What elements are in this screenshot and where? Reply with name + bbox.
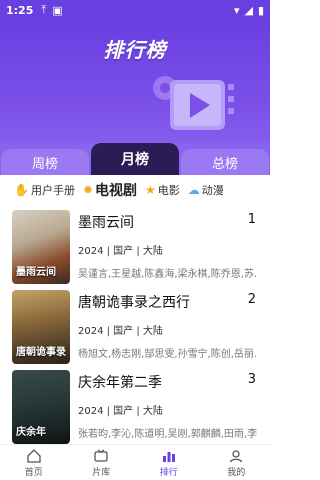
home-icon	[27, 448, 41, 463]
tab-monthly[interactable]: 月榜	[91, 143, 179, 175]
tab-weekly[interactable]: 周榜	[1, 149, 89, 175]
user-icon	[230, 449, 243, 462]
rank-number: 1	[247, 212, 256, 227]
battery-icon: ▮	[257, 3, 264, 17]
item-meta: 2024 | 国产 | 大陆	[78, 326, 163, 337]
category-movie[interactable]: ★ 电影	[145, 182, 180, 198]
sun-icon: ✹	[82, 183, 94, 197]
category-user-manual[interactable]: ✋ 用户手册	[14, 182, 75, 198]
video-play-icon	[153, 76, 234, 130]
category-anime[interactable]: ☁ 动漫	[188, 182, 224, 198]
bottom-nav: 首页 片库 排行 我的	[0, 444, 270, 480]
list-item[interactable]: 墨雨云间 墨雨云间 1 2024 | 国产 | 大陆 吴谨言,王星越,陈鑫海,梁…	[0, 205, 270, 285]
ranking-period-tabs: 周榜 月榜 总榜	[0, 143, 270, 175]
ranking-list: 墨雨云间 墨雨云间 1 2024 | 国产 | 大陆 吴谨言,王星越,陈鑫海,梁…	[0, 205, 270, 445]
list-item[interactable]: 庆余年 庆余年第二季 3 2024 | 国产 | 大陆 张若昀,李沁,陈道明,吴…	[0, 365, 270, 445]
poster-image: 墨雨云间	[12, 210, 70, 284]
cloud-icon: ☁	[187, 183, 200, 197]
item-cast: 杨旭文,杨志刚,郜思雯,孙雪宁,陈创,岳丽...	[78, 349, 258, 360]
tab-total[interactable]: 总榜	[181, 149, 269, 175]
nav-ranking[interactable]: 排行	[135, 445, 203, 480]
item-title: 墨雨云间	[78, 215, 134, 231]
status-bar: 1:25 ⤒ ▣ ▾ ◢ ▮	[0, 0, 270, 20]
rank-number: 2	[247, 292, 256, 307]
item-meta: 2024 | 国产 | 大陆	[78, 246, 163, 257]
tv-icon	[94, 448, 108, 462]
category-bar: ✋ 用户手册 ✹ 电视剧 ★ 电影 ☁ 动漫	[0, 175, 270, 205]
wifi-icon: ▾	[233, 3, 240, 17]
nav-library[interactable]: 片库	[68, 445, 136, 480]
hand-icon: ✋	[14, 183, 29, 197]
poster-image: 庆余年	[12, 370, 70, 444]
item-cast: 张若昀,李沁,陈道明,吴刚,郭麒麟,田雨,李...	[78, 429, 258, 440]
nav-home[interactable]: 首页	[0, 445, 68, 480]
notification-icon: ▣	[52, 3, 63, 17]
upload-icon: ⤒	[41, 3, 47, 16]
rank-number: 3	[247, 372, 256, 387]
item-title: 唐朝诡事录之西行	[78, 295, 190, 311]
poster-image: 唐朝诡事录	[12, 290, 70, 364]
star-icon: ★	[145, 183, 156, 197]
header-banner: 排行榜	[0, 20, 270, 160]
item-title: 庆余年第二季	[78, 375, 162, 391]
category-tv-series[interactable]: ✹ 电视剧	[83, 180, 137, 200]
item-meta: 2024 | 国产 | 大陆	[78, 406, 163, 417]
item-cast: 吴谨言,王星越,陈鑫海,梁永棋,陈乔恩,苏...	[78, 269, 258, 280]
signal-icon: ◢	[244, 3, 253, 17]
ranking-icon	[162, 451, 175, 462]
status-time: 1:25	[6, 3, 34, 17]
nav-profile[interactable]: 我的	[203, 445, 271, 480]
list-item[interactable]: 唐朝诡事录 唐朝诡事录之西行 2 2024 | 国产 | 大陆 杨旭文,杨志刚,…	[0, 285, 270, 365]
